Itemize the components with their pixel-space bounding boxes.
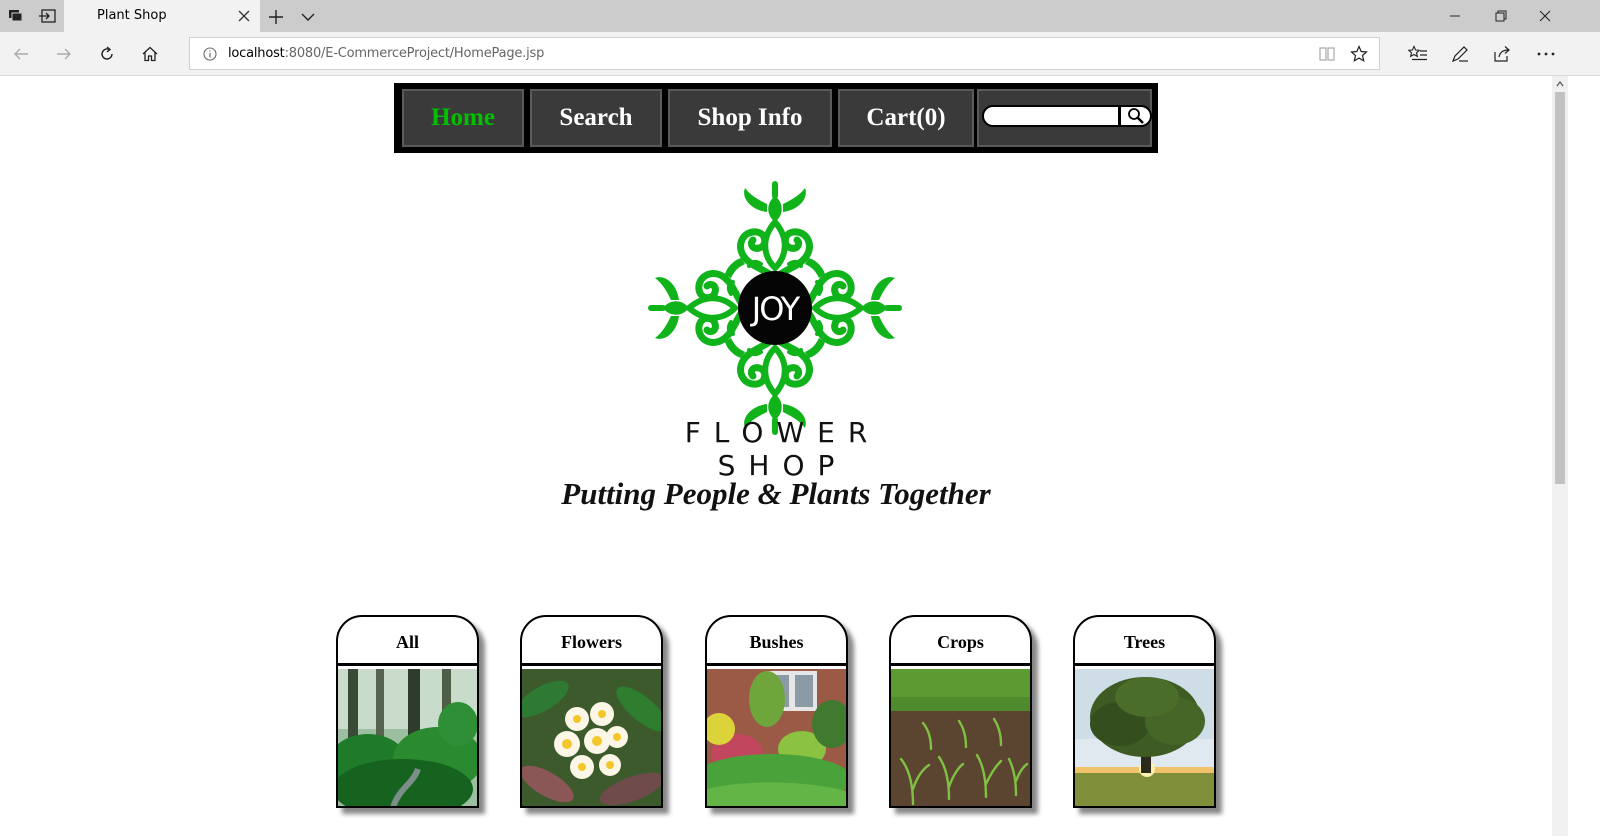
forest-image — [338, 669, 477, 806]
crops-image — [891, 669, 1030, 806]
forward-button[interactable] — [52, 42, 76, 66]
close-icon[interactable] — [236, 8, 252, 24]
favorites-icon — [1408, 45, 1427, 61]
close-icon — [1539, 10, 1551, 22]
category-label: All — [338, 617, 477, 666]
site-nav: Home Search Shop Info Cart(0) — [394, 83, 1158, 153]
arrow-right-icon — [57, 48, 71, 60]
back-button[interactable] — [9, 42, 33, 66]
category-card-all[interactable]: All — [336, 615, 479, 808]
shop-name: FLOWER SHOP — [684, 416, 881, 482]
category-card-flowers[interactable]: Flowers — [520, 615, 663, 808]
search-input[interactable] — [982, 105, 1120, 127]
url-field[interactable]: localhost:8080/E-CommerceProject/HomePag… — [189, 37, 1380, 70]
tab-bar: Plant Shop — [0, 0, 1600, 32]
nav-cart[interactable]: Cart(0) — [838, 89, 974, 147]
page-scrollbar[interactable] — [1552, 76, 1568, 836]
category-label: Trees — [1075, 617, 1214, 666]
restore-icon — [1495, 10, 1507, 22]
home-button[interactable] — [138, 42, 162, 66]
share-button[interactable] — [1490, 42, 1514, 66]
nav-shop-info[interactable]: Shop Info — [668, 89, 832, 147]
bushes-image — [707, 669, 846, 806]
joy-flower-shop-logo: JOY — [610, 158, 940, 458]
arrow-left-icon — [14, 48, 28, 60]
tab-manager-icon[interactable] — [6, 6, 26, 26]
pen-icon — [1451, 46, 1468, 63]
category-card-trees[interactable]: Trees — [1073, 615, 1216, 808]
restore-button[interactable] — [1478, 0, 1524, 32]
info-icon[interactable] — [202, 46, 218, 62]
nav-search-box — [977, 89, 1152, 147]
flowers-image — [522, 669, 661, 806]
reading-view-icon[interactable] — [1318, 45, 1336, 63]
notes-button[interactable] — [1448, 42, 1472, 66]
close-window-button[interactable] — [1522, 0, 1568, 32]
category-label: Flowers — [522, 617, 661, 666]
home-icon — [142, 46, 158, 62]
favorites-button[interactable] — [1406, 42, 1430, 66]
chevron-down-icon[interactable] — [298, 7, 318, 27]
window-edge — [1568, 76, 1600, 836]
minimize-icon — [1450, 15, 1460, 17]
trees-image — [1075, 669, 1214, 806]
category-card-crops[interactable]: Crops — [889, 615, 1032, 808]
tagline: Putting People & Plants Together — [561, 476, 991, 511]
tab-title: Plant Shop — [97, 8, 167, 23]
ornament-top — [728, 184, 822, 280]
ornament-right — [803, 261, 899, 355]
search-icon — [1127, 108, 1144, 124]
minimize-button[interactable] — [1432, 0, 1478, 32]
url-path: :8080/E-CommerceProject/HomePage.jsp — [284, 46, 545, 61]
category-label: Crops — [891, 617, 1030, 666]
logo-badge-text: JOY — [750, 290, 801, 328]
refresh-icon — [101, 46, 113, 60]
more-icon — [1537, 52, 1555, 56]
share-icon — [1494, 46, 1510, 62]
scroll-thumb[interactable] — [1555, 92, 1565, 484]
nav-search[interactable]: Search — [530, 89, 662, 147]
url-text: localhost:8080/E-CommerceProject/HomePag… — [228, 46, 544, 61]
star-icon[interactable] — [1350, 45, 1368, 63]
tab-plant-shop[interactable]: Plant Shop — [64, 0, 260, 32]
category-card-bushes[interactable]: Bushes — [705, 615, 848, 808]
url-host: localhost — [228, 46, 285, 61]
page-viewport: Home Search Shop Info Cart(0) JOY FLOWER… — [0, 76, 1552, 836]
address-bar: localhost:8080/E-CommerceProject/HomePag… — [0, 32, 1600, 76]
ornament-left — [651, 261, 747, 355]
more-button[interactable] — [1534, 42, 1558, 66]
scroll-up-icon[interactable] — [1556, 80, 1564, 88]
nav-home[interactable]: Home — [402, 89, 524, 147]
category-label: Bushes — [707, 617, 846, 666]
new-tab-icon[interactable] — [266, 7, 286, 27]
refresh-button[interactable] — [95, 42, 119, 66]
set-aside-tabs-icon[interactable] — [37, 6, 57, 26]
search-button[interactable] — [1119, 105, 1152, 127]
